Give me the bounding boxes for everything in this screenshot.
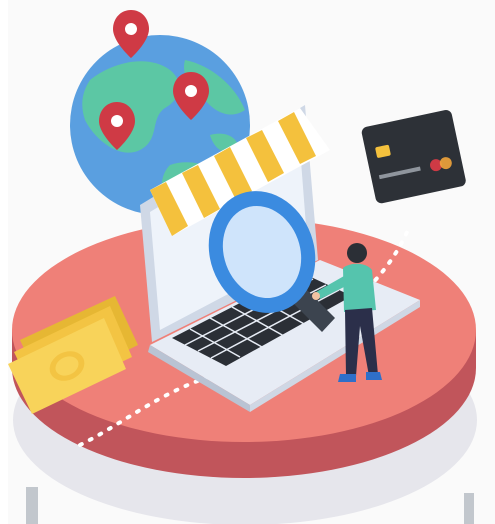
online-shopping-illustration xyxy=(8,0,495,524)
post-left xyxy=(26,487,38,524)
illustration-scene xyxy=(0,0,495,524)
post-right xyxy=(464,493,474,524)
